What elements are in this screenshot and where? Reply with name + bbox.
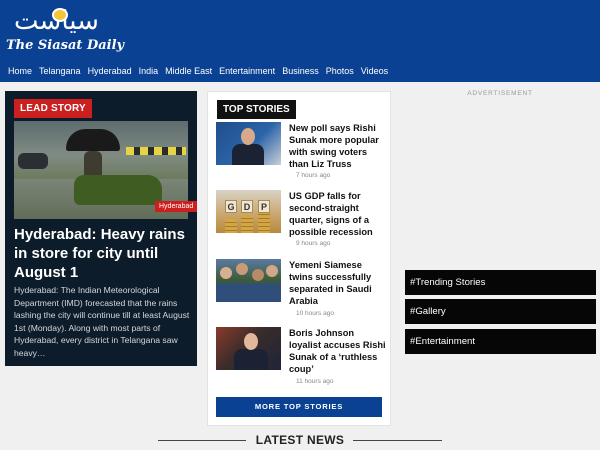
lead-story-tag: LEAD STORY xyxy=(14,99,92,118)
nav-home[interactable]: Home xyxy=(8,65,32,79)
thumb-crowd xyxy=(252,269,264,281)
more-top-stories-button[interactable]: MORE TOP STORIES xyxy=(216,397,382,417)
lead-story-card: LEAD STORY Hyderabad Hyderabad: Heavy ra… xyxy=(5,91,198,366)
story-thumbnail[interactable] xyxy=(216,122,281,165)
nav-business[interactable]: Business xyxy=(282,65,319,79)
top-story-item[interactable]: Boris Johnson loyalist accuses Rishi Sun… xyxy=(216,327,388,389)
story-thumbnail[interactable] xyxy=(216,259,281,302)
top-story-item[interactable]: New poll says Rishi Sunak more popular w… xyxy=(216,122,388,184)
logo-emblem-icon xyxy=(52,8,68,22)
story-headline[interactable]: US GDP falls for second-straight quarter… xyxy=(289,190,387,238)
latest-news-heading: LATEST NEWS xyxy=(255,433,345,447)
image-barrier xyxy=(126,147,186,155)
thumb-letter-p: P xyxy=(258,200,270,213)
thumb-coins xyxy=(241,215,253,233)
lead-story-summary: Hyderabad: The Indian Meteorological Dep… xyxy=(14,285,190,358)
thumb-coins xyxy=(225,219,237,233)
story-thumbnail[interactable]: G D P xyxy=(216,190,281,233)
story-time: 7 hours ago xyxy=(296,172,331,179)
thumb-clothes xyxy=(216,283,281,302)
lead-story-title[interactable]: Hyderabad: Heavy rains in store for city… xyxy=(14,225,194,282)
site-logo[interactable]: سیاست The Siasat Daily xyxy=(6,6,124,56)
story-headline[interactable]: Boris Johnson loyalist accuses Rishi Sun… xyxy=(289,327,387,375)
logo-english-text: The Siasat Daily xyxy=(6,38,125,53)
latest-news-section: LATEST NEWS xyxy=(0,432,600,450)
image-cart xyxy=(74,175,162,205)
story-time: 9 hours ago xyxy=(296,240,331,247)
story-time: 10 hours ago xyxy=(296,310,334,317)
thumb-face xyxy=(244,333,258,350)
nav-middle-east[interactable]: Middle East xyxy=(165,65,212,79)
advertisement-label: ADVERTISEMENT xyxy=(467,90,533,97)
nav-india[interactable]: India xyxy=(139,65,159,79)
nav-photos[interactable]: Photos xyxy=(326,65,354,79)
thumb-coins xyxy=(258,211,270,233)
entertainment-link[interactable]: #Entertainment xyxy=(405,329,596,354)
story-headline[interactable]: New poll says Rishi Sunak more popular w… xyxy=(289,122,387,170)
site-header: سیاست The Siasat Daily Home Telangana Hy… xyxy=(0,0,600,82)
story-headline[interactable]: Yemeni Siamese twins successfully separa… xyxy=(289,259,387,307)
trending-stories-link[interactable]: #Trending Stories xyxy=(405,270,596,295)
nav-entertainment[interactable]: Entertainment xyxy=(219,65,275,79)
story-time: 11 hours ago xyxy=(296,378,334,385)
thumb-letter-g: G xyxy=(225,200,237,213)
thumb-suit xyxy=(232,144,264,165)
image-bike xyxy=(18,153,48,169)
image-umbrella xyxy=(66,129,120,151)
nav-videos[interactable]: Videos xyxy=(361,65,388,79)
lead-story-category-badge[interactable]: Hyderabad xyxy=(155,201,198,212)
thumb-crowd xyxy=(266,265,278,277)
top-stories-tag: TOP STORIES xyxy=(217,100,296,119)
top-story-item[interactable]: Yemeni Siamese twins successfully separa… xyxy=(216,259,388,321)
thumb-crowd xyxy=(236,263,248,275)
top-stories-card: TOP STORIES New poll says Rishi Sunak mo… xyxy=(207,91,391,426)
main-nav: Home Telangana Hyderabad India Middle Ea… xyxy=(8,65,395,79)
top-story-item[interactable]: G D P US GDP falls for second-straight q… xyxy=(216,190,388,252)
gallery-link[interactable]: #Gallery xyxy=(405,299,596,324)
nav-telangana[interactable]: Telangana xyxy=(39,65,81,79)
story-thumbnail[interactable] xyxy=(216,327,281,370)
thumb-letter-d: D xyxy=(241,200,253,213)
thumb-crowd xyxy=(220,267,232,279)
thumb-face xyxy=(241,128,255,145)
thumb-suit xyxy=(234,349,268,370)
nav-hyderabad[interactable]: Hyderabad xyxy=(88,65,132,79)
